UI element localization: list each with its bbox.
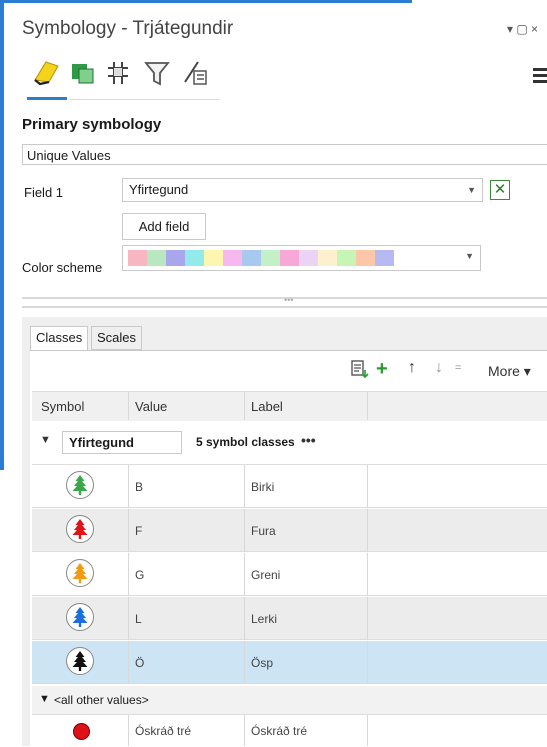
pane-title: Symbology - Trjátegundir <box>22 18 234 39</box>
class-row[interactable]: F Fura <box>32 509 547 552</box>
tab-divider <box>70 99 220 100</box>
header-label: Label <box>251 399 283 414</box>
class-row[interactable]: L Lerki <box>32 597 547 640</box>
group-more-options[interactable]: ••• <box>301 432 316 448</box>
grid-header: Symbol Value Label <box>32 391 547 422</box>
class-label[interactable]: Ösp <box>251 656 273 670</box>
chevron-down-icon: ▼ <box>465 251 474 261</box>
label-classes-tab-icon[interactable] <box>182 58 210 88</box>
move-down-icon[interactable]: ↓ <box>435 359 443 377</box>
unclassified-value: Óskráð tré <box>135 724 192 738</box>
color-ramp-swatch <box>147 250 166 266</box>
chevron-down-icon: ▼ <box>467 185 476 195</box>
symbol-layer-drawing-tab-icon[interactable] <box>104 58 132 88</box>
all-other-values-row[interactable]: ▼ <all other values> <box>32 686 547 715</box>
color-ramp-preview <box>128 250 394 266</box>
red-circle-symbol-icon[interactable] <box>73 723 90 740</box>
tab-classes[interactable]: Classes <box>30 326 89 351</box>
class-row[interactable]: B Birki <box>32 465 547 508</box>
sort-icon[interactable]: = <box>455 362 461 374</box>
class-row[interactable]: Ö Ösp <box>32 641 547 684</box>
pane-window-controls[interactable]: ▾ ▢ × <box>507 22 538 36</box>
move-up-icon[interactable]: ↑ <box>408 359 416 377</box>
renderer-dropdown[interactable]: Unique Values <box>22 144 547 165</box>
class-label[interactable]: Fura <box>251 524 276 538</box>
add-field-button[interactable]: Add field <box>122 213 206 240</box>
window-top-edge <box>0 0 547 5</box>
color-ramp-swatch <box>204 250 223 266</box>
primary-symbology-heading: Primary symbology <box>22 116 162 133</box>
class-label[interactable]: Greni <box>251 568 280 582</box>
symbol-class-count: 5 symbol classes <box>196 435 295 449</box>
tree-symbol-icon[interactable] <box>65 646 95 676</box>
window-left-edge <box>0 0 4 470</box>
field1-value: Yfirtegund <box>129 182 189 197</box>
color-ramp-swatch <box>337 250 356 266</box>
class-value: G <box>135 568 145 582</box>
class-row[interactable]: G Greni <box>32 553 547 596</box>
class-value: F <box>135 524 143 538</box>
tree-symbol-icon[interactable] <box>65 470 95 500</box>
color-ramp-swatch <box>261 250 280 266</box>
color-ramp-swatch <box>280 250 299 266</box>
filter-tab-icon[interactable] <box>143 58 171 88</box>
group-header-row[interactable]: ▼ Yfirtegund 5 symbol classes ••• <box>32 421 547 465</box>
tree-symbol-icon[interactable] <box>65 602 95 632</box>
color-ramp-swatch <box>166 250 185 266</box>
color-scheme-label: Color scheme <box>22 260 103 275</box>
class-value: L <box>135 612 142 626</box>
unclassified-row[interactable]: Óskráð tré Óskráð tré <box>32 715 547 746</box>
color-ramp-swatch <box>242 250 261 266</box>
field1-label: Field 1 <box>24 185 64 200</box>
field1-dropdown[interactable]: Yfirtegund ▼ <box>122 178 483 202</box>
color-ramp-swatch <box>185 250 204 266</box>
tab-scales[interactable]: Scales <box>91 326 143 350</box>
header-symbol: Symbol <box>41 399 85 414</box>
pane-splitter[interactable]: ••• <box>22 295 547 309</box>
add-class-icon[interactable]: + <box>376 358 388 381</box>
class-label[interactable]: Lerki <box>251 612 277 626</box>
color-ramp-swatch <box>128 250 147 266</box>
chevron-down-icon[interactable]: ▼ <box>40 434 51 446</box>
unclassified-label: Óskráð tré <box>251 724 308 738</box>
primary-symbology-tab-icon[interactable] <box>32 58 60 88</box>
remove-field-icon[interactable]: ✕ <box>490 180 510 200</box>
active-tab-indicator <box>27 97 67 100</box>
all-other-values-label: <all other values> <box>54 693 149 707</box>
class-value: Ö <box>135 656 145 670</box>
header-value: Value <box>135 399 168 414</box>
menu-icon[interactable] <box>533 68 547 84</box>
color-ramp-swatch <box>299 250 318 266</box>
vary-symbology-tab-icon[interactable] <box>69 58 97 88</box>
color-ramp-swatch <box>375 250 394 266</box>
group-field-name[interactable]: Yfirtegund <box>62 431 182 454</box>
class-value: B <box>135 480 144 494</box>
add-all-values-icon[interactable] <box>350 359 370 379</box>
more-menu-button[interactable]: More ▾ <box>488 363 531 380</box>
chevron-down-icon[interactable]: ▼ <box>39 693 50 705</box>
color-scheme-dropdown[interactable]: ▼ <box>122 245 481 271</box>
tree-symbol-icon[interactable] <box>65 558 95 588</box>
tree-symbol-icon[interactable] <box>65 514 95 544</box>
color-ramp-swatch <box>318 250 337 266</box>
color-ramp-swatch <box>223 250 242 266</box>
class-label[interactable]: Birki <box>251 480 274 494</box>
color-ramp-swatch <box>356 250 375 266</box>
